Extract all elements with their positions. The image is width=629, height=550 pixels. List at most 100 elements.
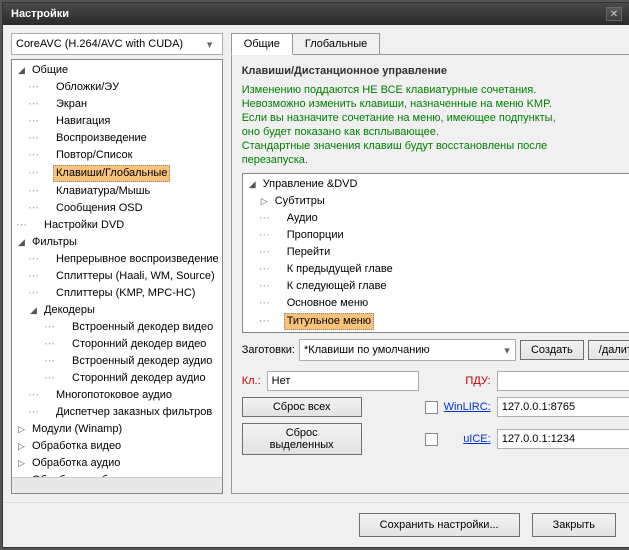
- tree-item-label: Сплиттеры (Haali, WM, Source): [53, 269, 218, 284]
- collapse-icon[interactable]: ◢: [28, 305, 39, 316]
- tree-item[interactable]: ⋯Экран: [12, 96, 222, 113]
- tab-general[interactable]: Общие: [231, 33, 293, 55]
- tree-item-label: Воспроизведение: [53, 131, 150, 146]
- tree-item[interactable]: ⋯Клавиатура/Мышь: [12, 183, 222, 200]
- tree-leaf-icon: [40, 254, 51, 265]
- winlirc-link[interactable]: WinLIRC:: [444, 401, 491, 413]
- info-text: Изменению поддаются НЕ ВСЕ клавиатурные …: [242, 83, 629, 167]
- tree-item-label: Сторонний декодер аудио: [69, 371, 209, 386]
- tab-global[interactable]: Глобальные: [292, 33, 380, 55]
- chevron-down-icon: ▾: [499, 344, 515, 357]
- tree-item-label: Титульное меню: [284, 313, 374, 330]
- tree-leaf-icon: [271, 247, 282, 258]
- remote-label: ПДУ:: [444, 375, 491, 387]
- tree-item-label: Сторонний декодер видео: [69, 337, 209, 352]
- tree-item[interactable]: ⋯Воспроизведение: [12, 130, 222, 147]
- tree-item[interactable]: ⋯Титульное меню: [243, 312, 629, 331]
- tree-item[interactable]: ◢Декодеры: [12, 302, 222, 319]
- decoder-combo[interactable]: CoreAVC (H.264/AVC with CUDA) ▾: [11, 33, 223, 55]
- templates-combo[interactable]: *Клавиши по умолчанию ▾: [299, 339, 516, 361]
- tree-leaf-icon: [40, 150, 51, 161]
- templates-combo-value: *Клавиши по умолчанию: [300, 344, 499, 356]
- tree-item[interactable]: ⋯Диспетчер заказных фильтров: [12, 404, 222, 421]
- tree-item[interactable]: ⋯Непрерывное воспроизведение: [12, 251, 222, 268]
- tree-item[interactable]: ▷Модули (Winamp): [12, 421, 222, 438]
- tree-leaf-icon: [56, 339, 67, 350]
- tree-item[interactable]: ⋯К следующей главе: [243, 278, 629, 295]
- tree-leaf-icon: [40, 186, 51, 197]
- expand-icon[interactable]: ▷: [259, 196, 270, 207]
- tree-item[interactable]: ⋯Многопотоковое аудио: [12, 387, 222, 404]
- horizontal-scrollbar[interactable]: [12, 477, 222, 493]
- close-button[interactable]: Закрыть: [532, 513, 616, 537]
- tree-item-label: Встроенный декодер аудио: [69, 354, 215, 369]
- tree-item[interactable]: ▷Обработка видео: [12, 438, 222, 455]
- tree-item[interactable]: ▷Обработка аудио: [12, 455, 222, 472]
- tree-item[interactable]: ⋯Сторонний декодер видео: [12, 336, 222, 353]
- tree-leaf-icon: [40, 203, 51, 214]
- decoder-combo-value: CoreAVC (H.264/AVC with CUDA): [16, 38, 183, 50]
- tree-leaf-icon: [271, 281, 282, 292]
- expand-icon[interactable]: ▷: [16, 458, 27, 469]
- key-input[interactable]: [267, 371, 419, 391]
- tree-item[interactable]: ⋯Сплиттеры (KMP, MPC-HC): [12, 285, 222, 302]
- winlirc-checkbox[interactable]: [425, 401, 438, 414]
- tree-item[interactable]: ⋯Навигация: [12, 113, 222, 130]
- tree-item[interactable]: ⋯Встроенный декодер видео: [12, 319, 222, 336]
- tree-item[interactable]: ◢Фильтры: [12, 234, 222, 251]
- settings-tree[interactable]: ◢Общие⋯Обложки/ЭУ⋯Экран⋯Навигация⋯Воспро…: [11, 59, 223, 494]
- tree-item-label: Клавиши/Глобальные: [53, 165, 170, 182]
- collapse-icon[interactable]: ◢: [16, 237, 27, 248]
- close-icon[interactable]: ✕: [606, 7, 622, 21]
- save-settings-button[interactable]: Сохранить настройки...: [359, 513, 520, 537]
- tree-item[interactable]: ⋯Клавиши/Глобальные: [12, 164, 222, 183]
- reset-all-button[interactable]: Сброс всех: [242, 397, 362, 417]
- collapse-icon[interactable]: ◢: [247, 179, 258, 190]
- tree-leaf-icon: [40, 168, 51, 179]
- tree-item[interactable]: ⋯Обложки/ЭУ: [12, 79, 222, 96]
- tree-item[interactable]: ⋯Сообщения OSD: [12, 200, 222, 217]
- uice-checkbox[interactable]: [425, 433, 438, 446]
- tree-item-label: Обложки/ЭУ: [53, 80, 122, 95]
- tree-item-label: Модули (Winamp): [29, 422, 125, 437]
- key-label: Кл.:: [242, 375, 261, 387]
- tree-item[interactable]: ⋯Пропорции: [243, 227, 629, 244]
- tree-leaf-icon: [40, 99, 51, 110]
- create-button[interactable]: Создать: [520, 340, 584, 360]
- tree-item[interactable]: ⋯К предыдущей главе: [243, 261, 629, 278]
- tree-leaf-icon: [40, 407, 51, 418]
- expand-icon[interactable]: ▷: [16, 424, 27, 435]
- window-title: Настройки: [11, 8, 69, 20]
- tree-item[interactable]: ⋯Настройки DVD: [12, 217, 222, 234]
- delete-button[interactable]: /далить: [588, 340, 629, 360]
- settings-window: Настройки ✕ CoreAVC (H.264/AVC with CUDA…: [2, 2, 629, 548]
- tree-item[interactable]: ⋯Основное меню: [243, 295, 629, 312]
- templates-label: Заготовки:: [242, 344, 295, 356]
- tree-item[interactable]: ⋯Повтор/Список: [12, 147, 222, 164]
- tree-item-label: Настройки DVD: [41, 218, 127, 233]
- uice-link[interactable]: uICE:: [444, 433, 491, 445]
- tree-item-label: Субтитры: [272, 194, 328, 209]
- tree-item[interactable]: ⋯Сторонний декодер аудио: [12, 370, 222, 387]
- reset-selected-button[interactable]: Сброс выделенных: [242, 423, 362, 455]
- tree-item-label: Многопотоковое аудио: [53, 388, 175, 403]
- tree-leaf-icon: [40, 271, 51, 282]
- tree-item[interactable]: ◢Общие: [12, 62, 222, 79]
- tree-item[interactable]: ⋯Встроенный декодер аудио: [12, 353, 222, 370]
- chevron-down-icon: ▾: [202, 38, 218, 51]
- expand-icon[interactable]: ▷: [16, 441, 27, 452]
- tree-item[interactable]: ◢Управление &DVD: [243, 176, 629, 193]
- commands-tree[interactable]: ◢Управление &DVD▷Субтитры⋯Аудио⋯Пропорци…: [242, 173, 629, 333]
- tree-leaf-icon: [56, 356, 67, 367]
- tree-item[interactable]: ⋯Перейти: [243, 244, 629, 261]
- tree-item[interactable]: ⋯Аудио: [243, 210, 629, 227]
- uice-input[interactable]: [497, 429, 629, 449]
- tree-item-label: Обработка видео: [29, 439, 124, 454]
- collapse-icon[interactable]: ◢: [16, 65, 27, 76]
- tree-item[interactable]: ⋯Сплиттеры (Haali, WM, Source): [12, 268, 222, 285]
- tree-item[interactable]: ▷Субтитры: [243, 193, 629, 210]
- remote-input[interactable]: [497, 371, 629, 391]
- winlirc-input[interactable]: [497, 397, 629, 417]
- tree-item-label: Диспетчер заказных фильтров: [53, 405, 215, 420]
- section-title: Клавиши/Дистанционное управление: [242, 65, 629, 77]
